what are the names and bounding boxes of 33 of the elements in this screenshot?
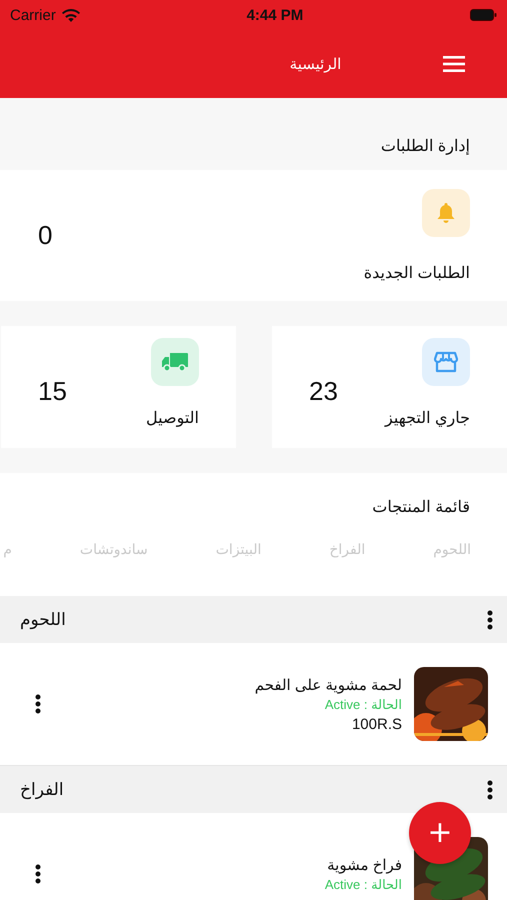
card-label: التوصيل <box>146 409 199 428</box>
category-title: اللحوم <box>20 610 66 630</box>
carrier-name: Carrier <box>10 6 56 24</box>
product-price: 100R.S <box>352 716 402 732</box>
card-label: جاري التجهيز <box>385 409 470 428</box>
more-button[interactable] <box>35 694 41 714</box>
order-count: 23 <box>309 376 338 407</box>
more-icon <box>487 780 493 800</box>
category-title: الفراخ <box>20 780 64 800</box>
wifi-icon <box>62 8 80 22</box>
status-time: 4:44 PM <box>246 6 304 24</box>
card-label: الطلبات الجديدة <box>364 264 470 282</box>
screen-title: الرئيسية <box>290 55 342 73</box>
section-title: قائمة المنتجات <box>371 498 471 518</box>
truck-icon <box>161 352 189 372</box>
product-name: لحمة مشوية على الفحم <box>254 676 402 694</box>
more-icon <box>35 694 41 714</box>
more-button[interactable] <box>487 780 493 800</box>
order-count: 15 <box>38 376 67 407</box>
product-status: الحالة : Active <box>324 696 402 712</box>
section-title: إدارة الطلبات <box>380 137 471 157</box>
product-status: الحالة : Active <box>324 876 402 892</box>
product-name: فراخ مشوية <box>327 856 402 874</box>
more-icon <box>35 864 41 884</box>
more-button[interactable] <box>487 610 493 630</box>
battery-icon <box>470 9 497 21</box>
bell-icon <box>437 202 455 222</box>
more-button[interactable] <box>35 864 41 884</box>
more-icon <box>487 610 493 630</box>
menu-button[interactable] <box>440 54 467 74</box>
order-count: 0 <box>38 220 52 251</box>
store-icon <box>434 351 458 373</box>
menu-icon <box>442 56 465 72</box>
